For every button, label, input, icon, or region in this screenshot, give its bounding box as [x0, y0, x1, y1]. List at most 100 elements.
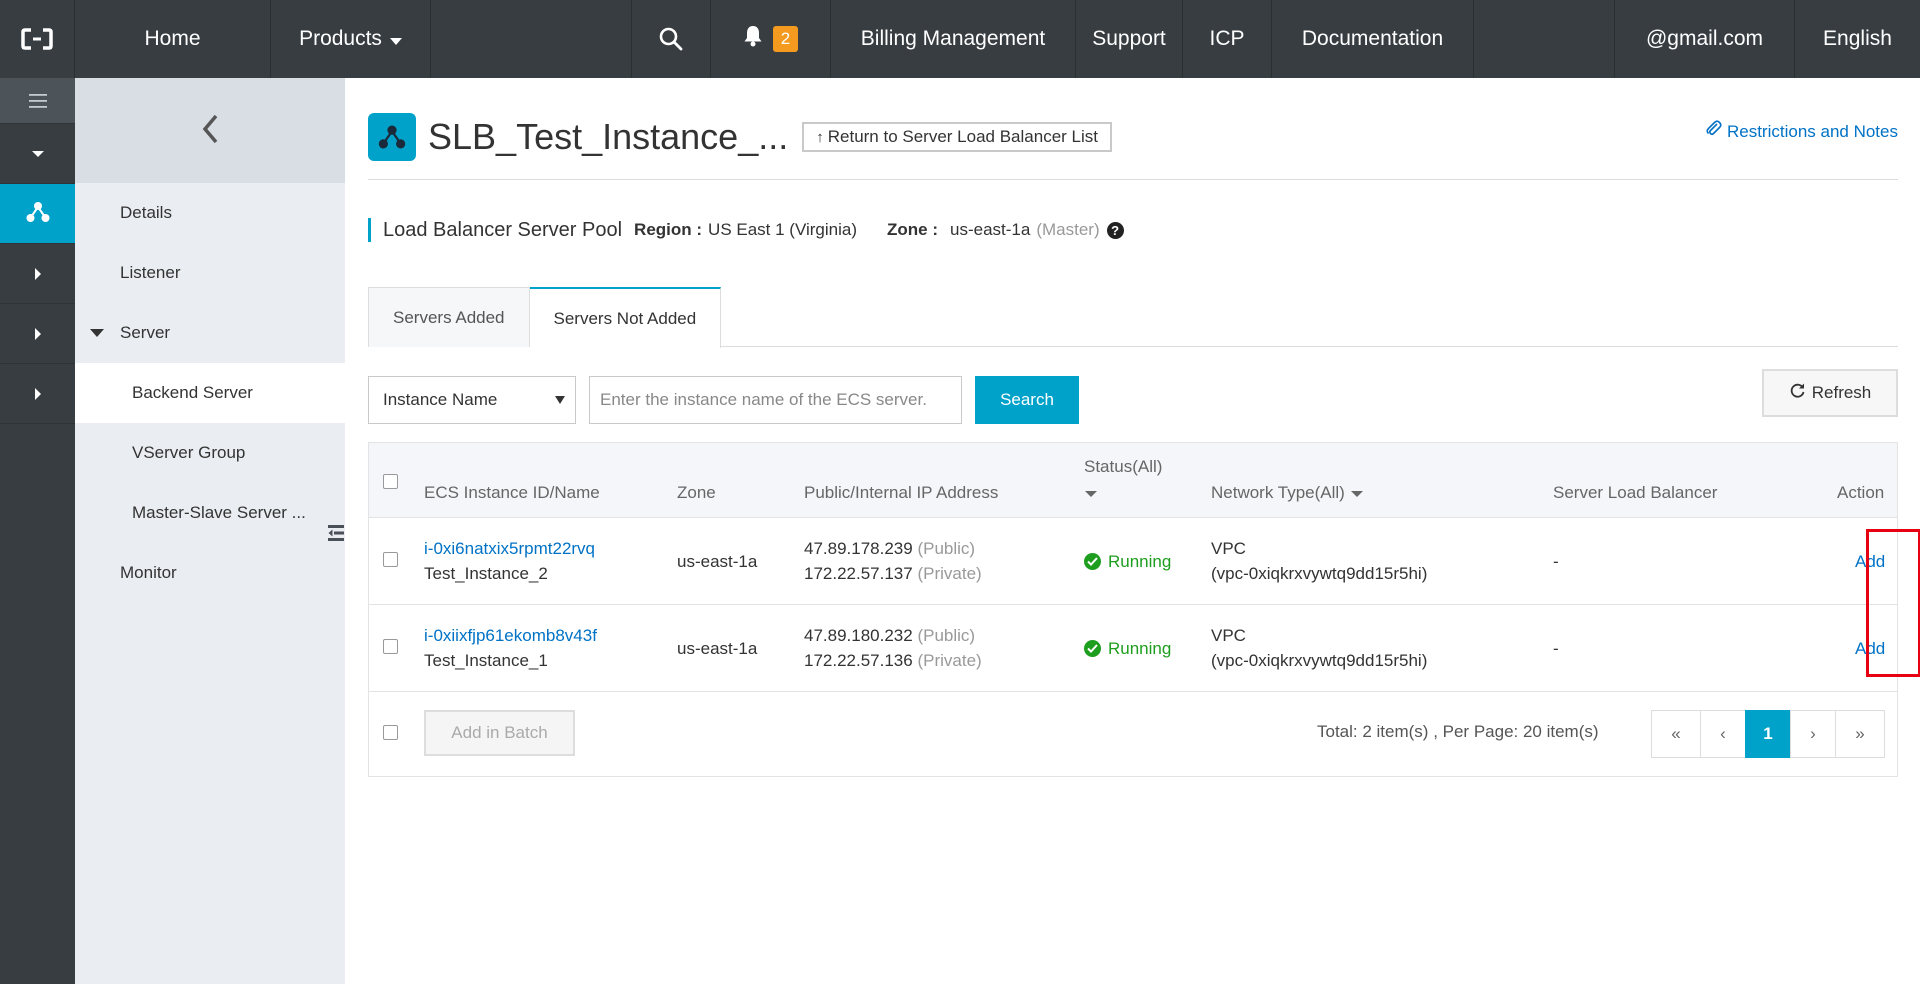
zone-cell: us-east-1a — [677, 639, 758, 658]
sidebar-item-server[interactable]: Server — [75, 303, 345, 363]
check-circle-icon — [1084, 553, 1101, 570]
private-tag: (Private) — [917, 564, 982, 583]
caret-right-icon — [34, 387, 41, 400]
rail-slb[interactable] — [0, 184, 75, 244]
status-filter-caret-icon[interactable] — [1085, 491, 1097, 497]
rail-item-1[interactable] — [0, 244, 75, 304]
table-row: i-0xiixfjp61ekomb8v43f Test_Instance_1 u… — [369, 605, 1897, 692]
nav-products[interactable]: Products — [271, 0, 431, 78]
zone-value: us-east-1a — [950, 220, 1031, 239]
caret-right-icon — [34, 327, 41, 340]
ip-cell: 47.89.178.239 (Public) 172.22.57.137 (Pr… — [804, 536, 982, 586]
sidebar-item-master-slave[interactable]: Master-Slave Server ... — [75, 483, 345, 543]
slb-cell: - — [1553, 552, 1559, 571]
sidebar-collapse-tab[interactable] — [325, 507, 347, 561]
sidebar-item-label: VServer Group — [132, 443, 246, 462]
tab-label: Servers Not Added — [553, 308, 697, 328]
check-circle-icon — [1084, 640, 1101, 657]
sidebar-item-monitor[interactable]: Monitor — [75, 543, 345, 603]
rail-item-3[interactable] — [0, 364, 75, 424]
select-all-checkbox[interactable] — [383, 474, 398, 489]
nav-support-label: Support — [1092, 27, 1166, 50]
pool-info: Load Balancer Server Pool Region : US Ea… — [368, 218, 1124, 242]
accent-bar — [368, 218, 371, 242]
instance-id-link[interactable]: i-0xiixfjp61ekomb8v43f — [424, 623, 597, 648]
nav-billing-label: Billing Management — [860, 27, 1046, 50]
slb-icon — [25, 200, 51, 227]
help-icon[interactable]: ? — [1106, 221, 1124, 239]
add-button[interactable]: Add — [1855, 549, 1885, 574]
page-current-button[interactable]: 1 — [1745, 710, 1791, 758]
nav-support[interactable]: Support — [1076, 0, 1183, 78]
private-tag: (Private) — [917, 651, 982, 670]
search-icon[interactable] — [631, 0, 711, 78]
refresh-button[interactable]: Refresh — [1762, 369, 1898, 417]
sidebar-item-backend-server[interactable]: Backend Server — [75, 363, 345, 423]
tab-label: Servers Added — [393, 307, 505, 327]
notifications-button[interactable]: 2 — [711, 0, 831, 78]
network-type: VPC — [1211, 626, 1246, 645]
filter-select[interactable]: Instance Name — [368, 376, 576, 424]
ip-cell: 47.89.180.232 (Public) 172.22.57.136 (Pr… — [804, 623, 982, 673]
caret-down-icon — [31, 150, 44, 157]
back-chevron-icon — [201, 113, 219, 148]
nav-documentation[interactable]: Documentation — [1272, 0, 1474, 78]
server-tabs: Servers Added Servers Not Added — [368, 287, 1898, 348]
nav-language[interactable]: English — [1795, 0, 1920, 78]
nav-home[interactable]: Home — [75, 0, 271, 78]
page-last-button[interactable]: » — [1835, 710, 1885, 758]
row-checkbox[interactable] — [383, 639, 398, 654]
rail-expand-toggle[interactable] — [0, 124, 75, 184]
page-header: SLB_Test_Instance_... ↑ Return to Server … — [368, 113, 1112, 161]
col-status[interactable]: Status(All) — [1084, 457, 1162, 477]
table-row: i-0xi6natxix5rpmt22rvq Test_Instance_2 u… — [369, 518, 1897, 605]
return-to-list-button[interactable]: ↑ Return to Server Load Balancer List — [802, 122, 1112, 152]
nav-account-label: @gmail.com — [1645, 27, 1763, 50]
caret-right-icon — [34, 267, 41, 280]
row-checkbox[interactable] — [383, 552, 398, 567]
tab-servers-not-added[interactable]: Servers Not Added — [529, 287, 722, 348]
nav-account[interactable]: @gmail.com — [1615, 0, 1795, 78]
dropdown-arrow-icon — [555, 396, 565, 404]
top-navbar: Home Products 2 Billing Management Suppo… — [0, 0, 1920, 78]
restrictions-link[interactable]: Restrictions and Notes — [1706, 120, 1898, 143]
bell-icon — [743, 25, 763, 53]
servers-table: ECS Instance ID/Name Zone Public/Interna… — [368, 442, 1920, 777]
status-cell: Running — [1084, 549, 1171, 574]
menu-icon[interactable] — [0, 78, 75, 124]
status-cell: Running — [1084, 636, 1171, 661]
search-input[interactable] — [589, 376, 962, 424]
sidebar-item-label: Monitor — [120, 563, 177, 582]
add-in-batch-button[interactable]: Add in Batch — [424, 710, 575, 756]
collapse-icon — [328, 524, 344, 545]
sidebar-item-listener[interactable]: Listener — [75, 243, 345, 303]
back-button[interactable] — [75, 78, 345, 183]
page-first-button[interactable]: « — [1651, 710, 1701, 758]
paperclip-icon — [1706, 120, 1727, 143]
page-prev-button[interactable]: ‹ — [1700, 710, 1746, 758]
region-label: Region : — [634, 220, 703, 239]
nav-icp[interactable]: ICP — [1183, 0, 1272, 78]
total-count: Total: 2 item(s) , Per Page: 20 item(s) — [1317, 722, 1599, 741]
sidebar-item-vserver-group[interactable]: VServer Group — [75, 423, 345, 483]
sidebar-item-details[interactable]: Details — [75, 183, 345, 243]
rail-item-2[interactable] — [0, 304, 75, 364]
nav-billing[interactable]: Billing Management — [831, 0, 1076, 78]
console-logo-icon[interactable] — [0, 0, 75, 78]
page-next-button[interactable]: › — [1790, 710, 1836, 758]
caret-down-icon — [1350, 490, 1363, 497]
add-button[interactable]: Add — [1855, 636, 1885, 661]
tab-servers-added[interactable]: Servers Added — [368, 287, 530, 347]
footer-select-all-checkbox[interactable] — [383, 725, 398, 740]
instance-id-link[interactable]: i-0xi6natxix5rpmt22rvq — [424, 536, 595, 561]
zone-cell: us-east-1a — [677, 552, 758, 571]
col-network[interactable]: Network Type(All) — [1211, 483, 1363, 503]
search-button[interactable]: Search — [975, 376, 1079, 424]
nav-icp-label: ICP — [1209, 27, 1245, 50]
slb-cell: - — [1553, 639, 1559, 658]
col-zone: Zone — [677, 483, 716, 502]
page-title: SLB_Test_Instance_... — [428, 116, 789, 157]
network-cell: VPC (vpc-0xiqkrxvywtq9dd15r5hi) — [1211, 623, 1427, 673]
instance-name: Test_Instance_2 — [424, 564, 548, 583]
col-ip: Public/Internal IP Address — [804, 483, 999, 502]
